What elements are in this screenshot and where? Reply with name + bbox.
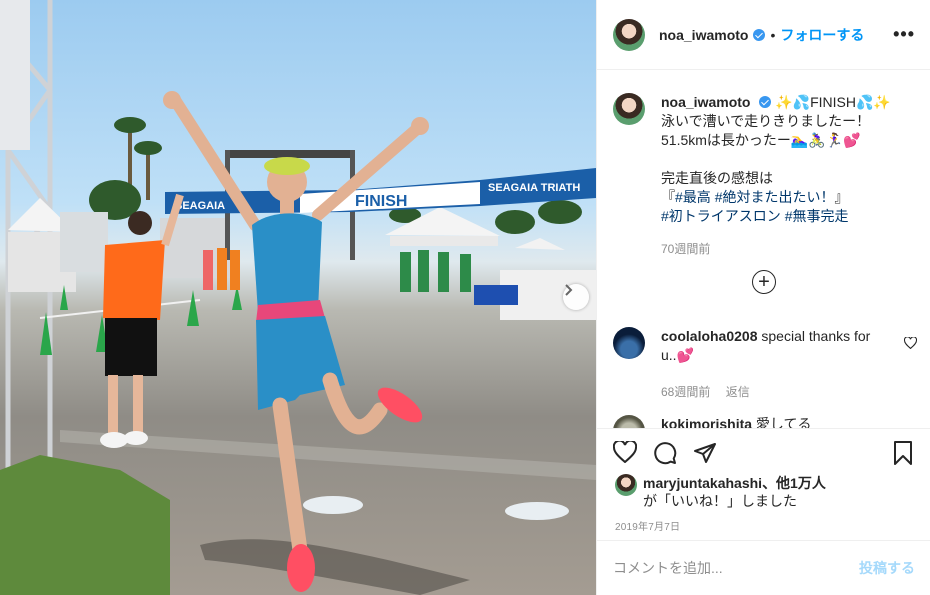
chevron-right-icon (565, 284, 573, 296)
crowd (203, 248, 518, 305)
caption-avatar[interactable] (613, 93, 645, 125)
hashtag-link[interactable]: #最高 (675, 189, 711, 205)
more-options-icon[interactable]: ••• (893, 24, 915, 45)
staff-person (100, 193, 184, 448)
header-username[interactable]: noa_iwamoto (659, 27, 748, 43)
athlete-shadow (200, 539, 470, 595)
road-disc-1 (303, 496, 363, 514)
verified-badge-icon (753, 28, 766, 41)
post-photo[interactable]: SEAGAIA FINISH SEAGAIA TRIATH (0, 0, 596, 595)
load-more-comments-button[interactable]: + (752, 270, 776, 294)
next-photo-button[interactable] (563, 284, 589, 310)
verified-badge-icon (759, 96, 772, 108)
post-header: noa_iwamoto • フォローする ••• (597, 0, 930, 70)
comment-item: kokimorishita 愛してる (613, 415, 913, 428)
likes-suffix: が「いいね！」しました (643, 493, 797, 509)
hashtag-link[interactable]: #初トライアスロン (661, 208, 781, 224)
reply-button[interactable]: 返信 (726, 385, 750, 399)
caption-bracket-open: 『 (661, 189, 675, 205)
follow-button[interactable]: フォローする (780, 25, 864, 45)
hashtag-link[interactable]: #絶対また出たい！ (715, 189, 835, 205)
caption-username[interactable]: noa_iwamoto (661, 94, 750, 110)
caption-line-4: 完走直後の感想は (661, 170, 773, 186)
palm-trees (89, 117, 582, 234)
caption-line-6: #初トライアスロン #無事完走 (661, 207, 891, 226)
comment-avatar[interactable] (613, 327, 645, 359)
comment-input[interactable] (613, 560, 859, 576)
liker-avatar[interactable] (615, 474, 637, 496)
caption-line-5: 『#最高 #絶対また出たい！』 (661, 188, 891, 207)
comment-username[interactable]: kokimorishita (661, 416, 752, 428)
add-comment-bar: 投稿する (597, 540, 930, 595)
caption-bracket-close: 』 (834, 189, 849, 205)
comments-section[interactable]: noa_iwamoto ✨💦FINISH💦✨ 泳いで漕いで走りきりましたー！ 5… (597, 71, 930, 428)
banner-left-text: SEAGAIA (175, 200, 225, 212)
caption-time[interactable]: 70週間前 (661, 240, 891, 259)
like-comment-heart-icon[interactable] (904, 337, 917, 349)
caption-line-3: 51.5kmは長かったー🏊‍♀️🚴‍♀️🏃‍♀️💕 (661, 132, 861, 148)
likes-others[interactable]: 、他1万人 (762, 475, 826, 491)
road-disc-2 (505, 502, 569, 520)
banner-finish-text: FINISH (355, 193, 407, 210)
caption-body: noa_iwamoto ✨💦FINISH💦✨ 泳いで漕いで走りきりましたー！ 5… (661, 93, 891, 259)
grass (0, 455, 170, 595)
post-comment-button[interactable]: 投稿する (859, 558, 915, 578)
comment-body: kokimorishita 愛してる (661, 415, 871, 428)
post-date[interactable]: 2019年7月7日 (615, 518, 680, 533)
comment-avatar[interactable] (613, 415, 645, 428)
comment-meta: 68週間前 返信 (661, 383, 871, 402)
tower-panel (0, 0, 30, 150)
caption-line-1: ✨💦FINISH💦✨ (775, 94, 891, 110)
comment-icon[interactable] (653, 441, 677, 465)
hashtag-link[interactable]: #無事完走 (785, 208, 849, 224)
caption-line-2: 泳いで漕いで走りきりましたー！ (661, 113, 871, 129)
athlete (163, 91, 429, 592)
likes-summary: maryjuntakahashi、他1万人 が「いいね！」しました (615, 474, 826, 510)
banner-right-text: SEAGAIA TRIATH (488, 182, 580, 194)
separator: • (770, 26, 776, 43)
comment-text: 愛してる (755, 416, 812, 428)
likes-text: maryjuntakahashi、他1万人 が「いいね！」しました (643, 474, 826, 510)
comment-body: coolaloha0208 special thanks for u..💕 68… (661, 327, 871, 402)
avatar[interactable] (613, 18, 645, 51)
post-sidebar: noa_iwamoto • フォローする ••• noa_iwamoto ✨💦F… (596, 0, 930, 595)
action-bar: maryjuntakahashi、他1万人 が「いいね！」しました 2019年7… (597, 428, 930, 540)
comment-time[interactable]: 68週間前 (661, 385, 710, 399)
liker-username[interactable]: maryjuntakahashi (643, 475, 762, 491)
caption: noa_iwamoto ✨💦FINISH💦✨ 泳いで漕いで走りきりましたー！ 5… (613, 93, 913, 259)
instagram-post: SEAGAIA FINISH SEAGAIA TRIATH noa_iwamot… (0, 0, 930, 595)
bookmark-icon[interactable] (893, 441, 913, 465)
comment-username[interactable]: coolaloha0208 (661, 328, 758, 344)
heart-icon[interactable] (613, 441, 637, 463)
photo-scene: SEAGAIA FINISH SEAGAIA TRIATH (0, 0, 596, 595)
comment-item: coolaloha0208 special thanks for u..💕 68… (613, 327, 917, 402)
share-icon[interactable] (693, 441, 717, 465)
